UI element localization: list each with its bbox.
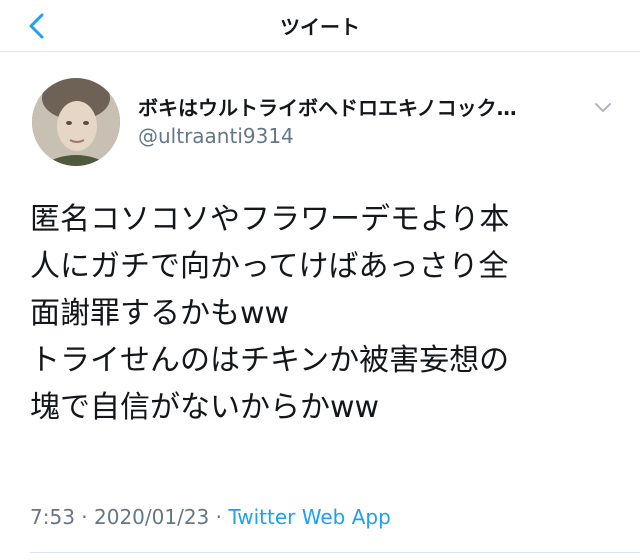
chevron-down-icon bbox=[595, 103, 611, 112]
tweet-date: 2020/01/23 bbox=[94, 505, 210, 529]
tweet-text-line: 塊で自信がないからかww bbox=[30, 390, 380, 425]
author-handle[interactable]: @ultraanti9314 bbox=[138, 124, 294, 148]
tweet-options-button[interactable] bbox=[592, 96, 614, 118]
tweet-time: 7:53 bbox=[30, 505, 75, 529]
profile-photo-icon bbox=[32, 78, 120, 166]
meta-separator: · bbox=[81, 505, 88, 529]
author-display-name[interactable]: ボキはウルトライボヘドロエキノコック… bbox=[138, 92, 578, 121]
tweet-text-line: 匿名コソコソやフラワーデモより本 bbox=[30, 202, 510, 237]
divider bbox=[30, 552, 640, 553]
tweet-text-line: 人にガチで向かってけばあっさり全 bbox=[30, 249, 509, 284]
tweet-text: 匿名コソコソやフラワーデモより本 人にガチで向かってけばあっさり全 面謝罪するか… bbox=[30, 196, 620, 431]
tweet-meta: 7:53 · 2020/01/23 · Twitter Web App bbox=[30, 505, 391, 529]
tweet-text-line: トライせんのはチキンか被害妄想の bbox=[30, 343, 510, 378]
meta-separator: · bbox=[215, 505, 222, 529]
top-nav-bar: ツイート bbox=[0, 0, 640, 52]
tweet-source-link[interactable]: Twitter Web App bbox=[228, 505, 390, 529]
page-title: ツイート bbox=[280, 15, 360, 39]
tweet-text-line: 面謝罪するかもww bbox=[30, 296, 290, 331]
avatar[interactable] bbox=[32, 78, 120, 166]
